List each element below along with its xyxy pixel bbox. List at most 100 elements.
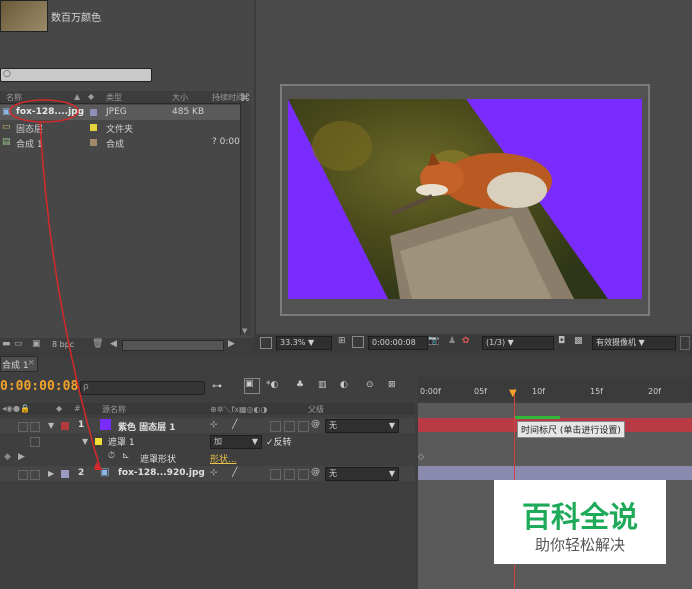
solo-toggle[interactable] <box>18 422 28 432</box>
timeline-timecode[interactable]: 0:00:00:08 <box>0 379 78 394</box>
transparency-grid-icon[interactable]: ▩ <box>574 336 583 346</box>
bpc-button[interactable]: 8 bpc <box>52 340 74 349</box>
new-folder-icon[interactable]: ▭ <box>14 339 23 349</box>
trash-icon[interactable]: 🗑 <box>92 339 103 349</box>
image-file-icon: ▣ <box>100 467 110 478</box>
project-item[interactable]: ▭ 固态层 文件夹 <box>0 120 248 135</box>
switches-icon[interactable]: ⊕✲＼fx▦◎◐◑ <box>210 404 267 415</box>
scroll-left-icon[interactable]: ◀ <box>110 339 117 349</box>
motion-blur-icon[interactable]: ◐ <box>340 380 348 390</box>
comp-mini-flowchart-icon[interactable]: ⊶ <box>212 381 222 392</box>
switch-box[interactable] <box>270 469 281 480</box>
layer-row[interactable]: ▼ 1 紫色 固态层 1 ⊹ ╱ @ 无 ▼ <box>0 418 415 433</box>
grid-guide-icon[interactable]: ⊞ <box>338 336 346 346</box>
layer-row[interactable]: ▶ 2 ▣ fox-128...920.jpg ⊹ ╱ @ 无 ▼ <box>0 466 415 481</box>
mask-shape-link[interactable]: 形状... <box>210 452 237 465</box>
expand-chevron-icon[interactable]: ▼ <box>48 421 54 430</box>
frame-blending-icon[interactable]: ▥ <box>318 380 327 390</box>
views-dropdown[interactable] <box>680 336 690 350</box>
zoom-dropdown[interactable]: 33.3% ▼ <box>276 336 332 350</box>
layer-search-input[interactable]: ρ <box>80 381 205 395</box>
add-keyframe-icon[interactable]: ▶ <box>18 452 25 462</box>
layer-name[interactable]: fox-128...920.jpg <box>118 468 205 478</box>
scroll-right-icon[interactable]: ▶ <box>228 339 235 349</box>
graph-icon: ⊾ <box>122 451 130 461</box>
sort-chevron-icon[interactable]: ▲ <box>74 92 80 101</box>
camera-snapshot-icon[interactable]: 📷 <box>428 336 439 346</box>
color-channel-icon[interactable]: ✿ <box>462 336 470 346</box>
mask-name[interactable]: 遮罩 1 <box>108 435 135 448</box>
resolution-dropdown[interactable]: (1/3) ▼ <box>482 336 554 350</box>
label-swatch[interactable] <box>61 470 69 478</box>
close-icon[interactable]: × <box>27 358 35 368</box>
mask-color-swatch[interactable] <box>95 438 102 445</box>
mask-row[interactable]: ▼ 遮罩 1 加 ▼ ✓反转 <box>0 434 415 449</box>
pickwhip-icon[interactable]: @ <box>311 419 320 429</box>
lock-toggle[interactable] <box>30 437 40 447</box>
project-item[interactable]: ▣ fox-128....jpg JPEG 485 KB <box>0 105 248 120</box>
interpret-footage-icon[interactable]: ▬ <box>2 339 11 349</box>
layer-name[interactable]: 紫色 固态层 1 <box>118 420 176 433</box>
viewer-timecode[interactable]: 0:00:00:08 <box>368 336 428 350</box>
label-tag-icon[interactable]: ◆ <box>56 404 62 413</box>
region-of-interest-icon[interactable]: ◘ <box>558 336 565 346</box>
mask-path-row[interactable]: ◆ ▶ ⏱ ⊾ 遮罩形状 形状... <box>0 450 415 465</box>
shy-switch-icon[interactable]: ⊹ <box>210 420 218 430</box>
col-size[interactable]: 大小 <box>172 92 188 103</box>
composition-render <box>288 99 642 299</box>
switch-box[interactable] <box>284 421 295 432</box>
stopwatch-icon[interactable]: ⏱ <box>108 451 115 461</box>
brainstorm-icon[interactable]: ⊠ <box>388 380 396 390</box>
playhead-icon[interactable]: ▼ <box>509 388 517 399</box>
new-composition-icon[interactable]: ▣ <box>32 339 41 349</box>
col-source-name[interactable]: 源名称 <box>102 404 126 415</box>
hide-shy-layers-icon[interactable]: ♣ <box>296 380 304 390</box>
live-update-icon[interactable]: ▣ <box>244 378 260 394</box>
mask-mode-dropdown[interactable]: 加 ▼ <box>210 435 262 449</box>
keyframe-nav-icon[interactable]: ◆ <box>4 452 11 462</box>
show-snapshot-icon[interactable]: ♟ <box>448 336 456 346</box>
shy-switch-icon[interactable]: ⊹ <box>210 468 218 478</box>
switch-box[interactable] <box>298 469 309 480</box>
label-tag-icon[interactable]: ◆ <box>88 92 94 101</box>
scroll-down-icon[interactable]: ▼ <box>242 327 247 335</box>
parent-dropdown[interactable]: 无 ▼ <box>325 419 399 433</box>
watermark-subtitle: 助你轻松解决 <box>534 536 625 554</box>
pickwhip-icon[interactable]: @ <box>311 467 320 477</box>
keyframe-icon[interactable]: ◇ <box>418 452 424 461</box>
label-swatch[interactable] <box>61 422 69 430</box>
av-features-icon[interactable]: ◂◉●🔒 <box>2 404 30 413</box>
project-item[interactable]: ▤ 合成 1 合成 ? 0:00 <box>0 135 248 150</box>
col-name[interactable]: 名称 <box>6 92 22 103</box>
mask-visibility-icon[interactable] <box>352 336 364 348</box>
project-search-input[interactable]: ○ <box>0 68 152 82</box>
invert-checkbox[interactable]: ✓反转 <box>266 435 292 448</box>
tab-composition-1[interactable]: 合成 1 × <box>0 356 38 372</box>
col-type[interactable]: 类型 <box>106 92 122 103</box>
label-swatch[interactable] <box>90 109 97 116</box>
switch-box[interactable] <box>298 421 309 432</box>
layer-2-bar[interactable] <box>418 466 692 480</box>
viewer-toolbar: 33.3% ▼ ⊞ 0:00:00:08 📷 ♟ ✿ (1/3) ▼ ◘ ▩ 有… <box>256 334 692 352</box>
quality-switch-icon[interactable]: ╱ <box>232 420 237 430</box>
lock-toggle[interactable] <box>30 470 40 480</box>
switch-box[interactable] <box>270 421 281 432</box>
parent-dropdown[interactable]: 无 ▼ <box>325 467 399 481</box>
expand-chevron-icon[interactable]: ▶ <box>48 469 54 478</box>
lock-toggle[interactable] <box>30 422 40 432</box>
label-swatch[interactable] <box>90 139 97 146</box>
quality-switch-icon[interactable]: ╱ <box>232 468 237 478</box>
horizontal-scrollbar[interactable] <box>122 340 224 351</box>
composition-canvas[interactable] <box>280 84 650 316</box>
switch-box[interactable] <box>284 469 295 480</box>
draft-3d-icon[interactable]: *◐ <box>266 380 278 390</box>
time-ruler[interactable]: 0:00f 05f 10f 15f 20f <box>418 377 692 401</box>
col-parent[interactable]: 父级 <box>308 404 324 415</box>
graph-editor-icon[interactable]: ⊙ <box>366 380 374 390</box>
always-preview-icon[interactable] <box>260 337 272 349</box>
project-scrollbar[interactable]: ▼ <box>240 103 251 335</box>
solo-toggle[interactable] <box>18 470 28 480</box>
expand-chevron-icon[interactable]: ▼ <box>82 437 88 446</box>
label-swatch[interactable] <box>90 124 97 131</box>
camera-dropdown[interactable]: 有效摄像机 ▼ <box>592 336 676 350</box>
